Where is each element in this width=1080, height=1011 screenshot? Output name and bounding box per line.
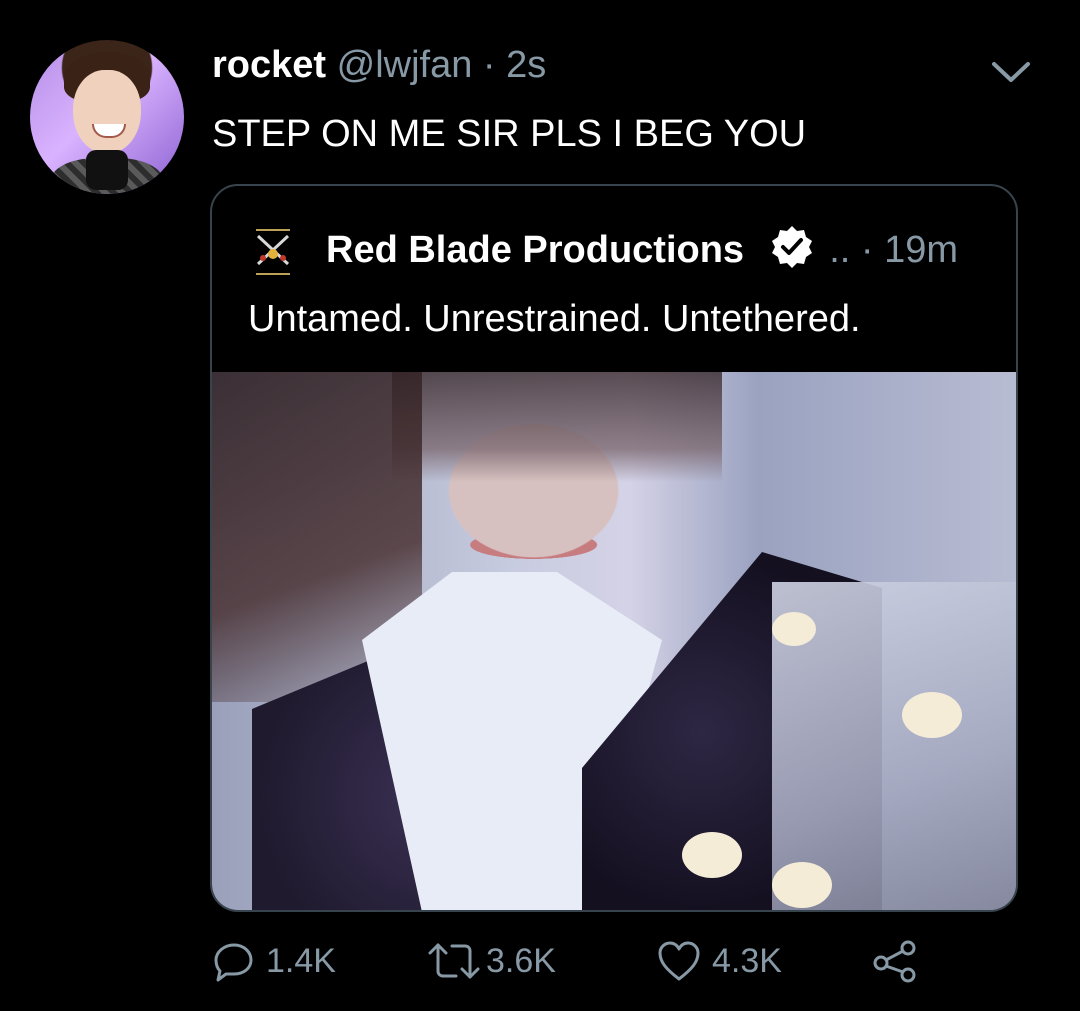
quoted-meta: .. · 19m [829, 229, 958, 271]
author-name[interactable]: rocket [212, 44, 326, 86]
avatar-face [73, 70, 141, 154]
quoted-text: Untamed. Unrestrained. Untethered. [248, 298, 861, 340]
tweet-text: STEP ON ME SIR PLS I BEG YOU [212, 113, 807, 155]
separator: · [482, 44, 496, 86]
retweet-button[interactable]: 3.6K [424, 936, 556, 986]
reply-button[interactable]: 1.4K [212, 936, 336, 986]
avatar-collar [86, 150, 128, 190]
avatar[interactable] [30, 40, 184, 194]
quoted-media-image[interactable] [212, 372, 1016, 910]
share-button[interactable] [872, 936, 918, 986]
red-blade-logo [246, 224, 300, 280]
share-icon [873, 940, 916, 983]
retweet-count: 3.6K [486, 941, 556, 980]
chevron-down-icon[interactable] [988, 56, 1034, 86]
reply-icon [214, 943, 253, 982]
verified-badge-icon [771, 226, 812, 268]
image-hair-top [392, 372, 722, 482]
heart-icon [658, 941, 700, 981]
image-flower [902, 692, 962, 738]
author-handle[interactable]: @lwjfan [337, 44, 473, 86]
quoted-header: Red Blade Productions .. · 19m [326, 224, 958, 276]
reply-count: 1.4K [266, 941, 336, 980]
image-flower [772, 862, 832, 908]
tweet-time[interactable]: 2s [506, 44, 546, 86]
tweet-header: rocket @lwjfan · 2s [212, 40, 546, 90]
quoted-tweet[interactable]: Red Blade Productions .. · 19m Untamed. … [210, 184, 1018, 912]
like-button[interactable]: 4.3K [656, 936, 782, 986]
image-flower [772, 612, 816, 646]
image-flower [682, 832, 742, 878]
like-count: 4.3K [712, 941, 782, 980]
retweet-icon [428, 943, 480, 979]
quoted-author-name[interactable]: Red Blade Productions [326, 229, 744, 271]
tweet[interactable]: rocket @lwjfan · 2s STEP ON ME SIR PLS I… [0, 0, 1080, 1011]
